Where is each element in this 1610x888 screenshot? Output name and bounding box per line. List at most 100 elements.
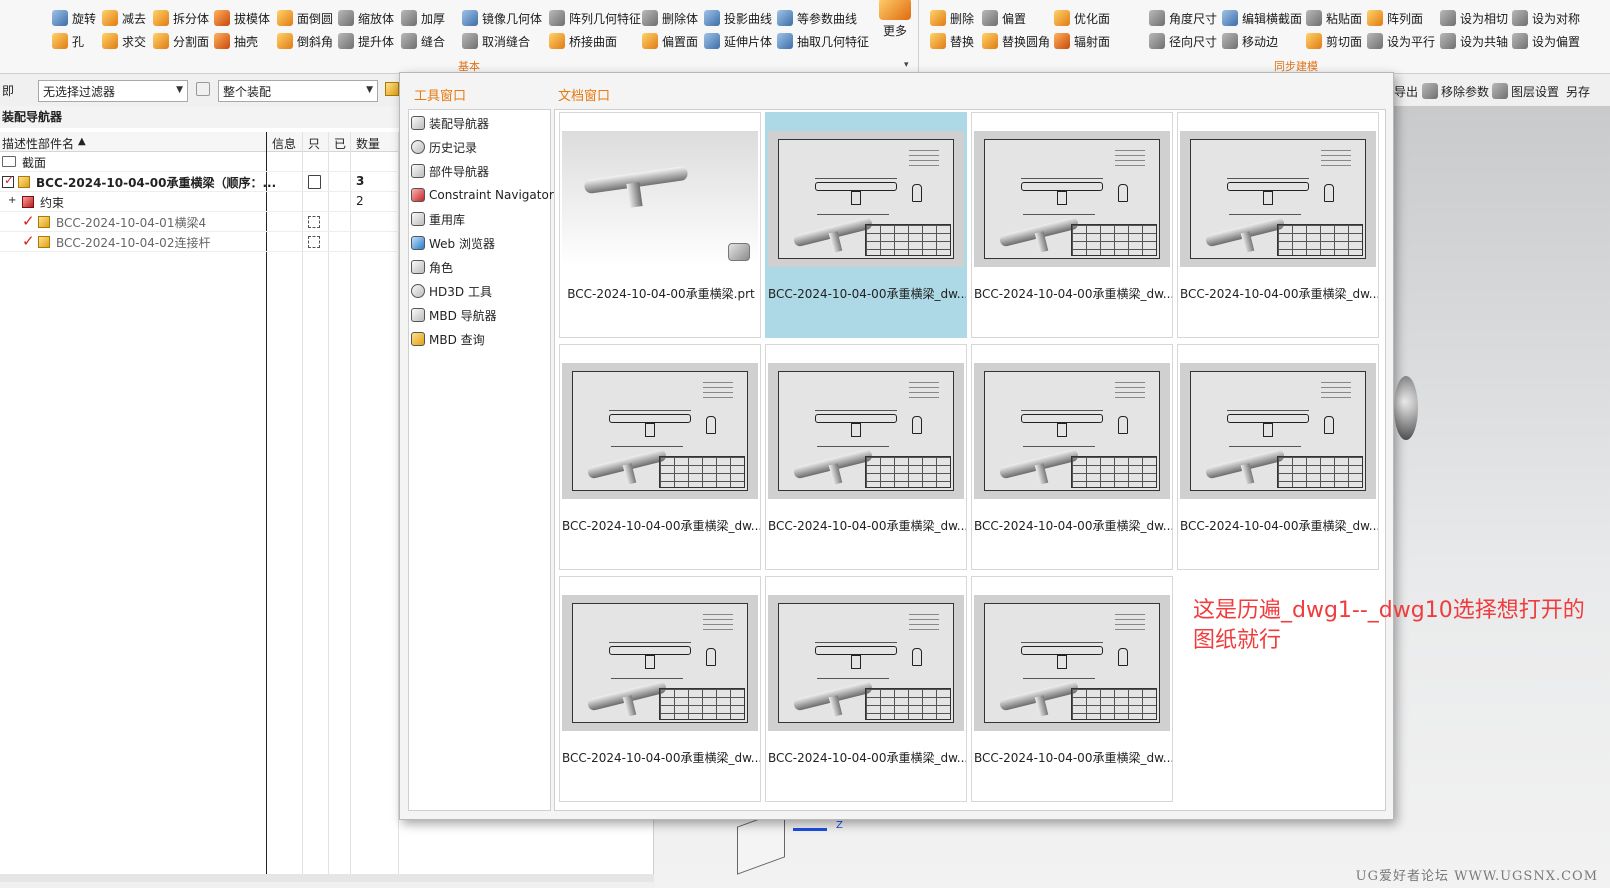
tool-part-navigator[interactable]: 部件导航器 [411, 160, 489, 182]
horizontal-scrollbar[interactable] [0, 874, 654, 882]
chevron-down-icon: ▼ [366, 85, 373, 95]
make-offset-button[interactable]: 设为偏置 [1512, 31, 1580, 51]
unsew-button[interactable]: 取消缝合 [462, 31, 530, 51]
document-tile-drawing[interactable]: BCC-2024-10-04-00承重横梁_dw... [1177, 112, 1379, 338]
extend-sheet-button[interactable]: 延伸片体 [704, 31, 772, 51]
face-blend-button[interactable]: 面倒圆 [277, 8, 333, 28]
make-parallel-icon [1367, 33, 1383, 49]
menu-prefix[interactable]: 即 [2, 82, 14, 99]
export-button[interactable]: 导出 [1394, 81, 1418, 101]
sync-offset-button[interactable]: 偏置 [982, 8, 1026, 28]
column-quantity[interactable]: 数量 [356, 135, 380, 152]
document-tile-drawing[interactable]: BCC-2024-10-04-00承重横梁_dw... [765, 576, 967, 802]
expand-plus-icon[interactable]: + [8, 195, 16, 206]
scale-body-button[interactable]: 缩放体 [338, 8, 394, 28]
dimension-line [1023, 214, 1095, 215]
intersect-button[interactable]: 求交 [102, 31, 146, 51]
tool-roles[interactable]: 角色 [411, 256, 453, 278]
mirror-geometry-button[interactable]: 镜像几何体 [462, 8, 542, 28]
sync-delete-button[interactable]: 删除 [930, 8, 974, 28]
thicken-button[interactable]: 加厚 [401, 8, 445, 28]
dimension-line [1023, 678, 1095, 679]
drawing-thumbnail [1180, 363, 1376, 499]
document-tile-drawing[interactable]: BCC-2024-10-04-00承重横梁_dw... [765, 344, 967, 570]
dimension-line [1229, 214, 1301, 215]
column-readonly[interactable]: 只 [308, 135, 320, 152]
more-button[interactable]: 更多 [876, 0, 914, 39]
drawing-sheet [572, 371, 748, 491]
project-curve-button[interactable]: 投影曲线 [704, 8, 772, 28]
split-body-button[interactable]: 拆分体 [153, 8, 209, 28]
make-coaxial-button[interactable]: 设为共轴 [1440, 31, 1508, 51]
document-tile-model[interactable]: BCC-2024-10-04-00承重横梁.prt [559, 112, 761, 338]
optimize-face-button[interactable]: 优化面 [1054, 8, 1110, 28]
hole-button[interactable]: 孔 [52, 31, 84, 51]
shell-button[interactable]: 抽壳 [214, 31, 258, 51]
bridge-surface-button[interactable]: 桥接曲面 [549, 31, 617, 51]
visibility-checkbox[interactable]: ✓ [2, 173, 14, 188]
isoparametric-curve-button[interactable]: 等参数曲线 [777, 8, 857, 28]
scope-select[interactable]: 整个装配 ▼ [218, 80, 378, 102]
checkmark-icon[interactable]: ✓ [22, 232, 35, 250]
tool-hd3d[interactable]: HD3D 工具 [411, 280, 492, 302]
save-as-button[interactable]: 另存 [1566, 81, 1590, 101]
promote-body-button[interactable]: 提升体 [338, 31, 394, 51]
make-parallel-button[interactable]: 设为平行 [1367, 31, 1435, 51]
column-info[interactable]: 信息 [272, 135, 296, 152]
scale-body-icon [338, 10, 354, 26]
tool-constraint-navigator[interactable]: Constraint Navigator [411, 184, 554, 206]
pattern-geometry-button[interactable]: 阵列几何特征 [549, 8, 641, 28]
filter-select[interactable]: 无选择过滤器 ▼ [38, 80, 188, 102]
checkmark-icon[interactable]: ✓ [22, 212, 35, 230]
replace-blend-icon [982, 33, 998, 49]
make-symmetric-button[interactable]: 设为对称 [1512, 8, 1580, 28]
extract-geometry-button[interactable]: 抽取几何特征 [777, 31, 869, 51]
assembly-scope-icon[interactable] [385, 82, 399, 96]
radial-dimension-button[interactable]: 径向尺寸 [1149, 31, 1217, 51]
filter-funnel-icon[interactable] [196, 82, 210, 96]
replace-blend-button[interactable]: 替换圆角 [982, 31, 1050, 51]
tool-web-browser[interactable]: Web 浏览器 [411, 232, 495, 254]
front-view-stem [851, 191, 861, 205]
tool-reuse-library[interactable]: 重用库 [411, 208, 465, 230]
revolve-button[interactable]: 旋转 [52, 8, 96, 28]
move-edge-button[interactable]: 移动边 [1222, 31, 1278, 51]
chamfer-button[interactable]: 倒斜角 [277, 31, 333, 51]
remove-parameters-button[interactable]: 移除参数 [1422, 81, 1489, 101]
document-tile-drawing[interactable]: BCC-2024-10-04-00承重横梁_dw... [1177, 344, 1379, 570]
angle-dimension-button[interactable]: 角度尺寸 [1149, 8, 1217, 28]
tool-mbd-navigator[interactable]: MBD 导航器 [411, 304, 497, 326]
cut-face-button[interactable]: 剪切面 [1306, 31, 1362, 51]
column-part-name[interactable]: 描述性部件名 [2, 135, 74, 152]
column-modified[interactable]: 已 [334, 135, 346, 152]
document-tile-drawing[interactable]: BCC-2024-10-04-00承重横梁_dw... [559, 344, 761, 570]
document-tile-drawing[interactable]: BCC-2024-10-04-00承重横梁_dw... [765, 112, 967, 338]
delete-body-button[interactable]: 删除体 [642, 8, 698, 28]
pattern-face-button[interactable]: 阵列面 [1367, 8, 1423, 28]
sort-ascending-icon[interactable]: ▲ [78, 136, 86, 147]
sew-button[interactable]: 缝合 [401, 31, 445, 51]
tool-history[interactable]: 历史记录 [411, 136, 477, 158]
tool-assembly-navigator[interactable]: 装配导航器 [411, 112, 489, 134]
dimension-line [1021, 642, 1103, 643]
isoparametric-curve-icon [777, 10, 793, 26]
document-tile-drawing[interactable]: BCC-2024-10-04-00承重横梁_dw... [559, 576, 761, 802]
make-tangent-button[interactable]: 设为相切 [1440, 8, 1508, 28]
paste-face-button[interactable]: 粘贴面 [1306, 8, 1362, 28]
document-tile-drawing[interactable]: BCC-2024-10-04-00承重横梁_dw... [971, 112, 1173, 338]
shell-icon [214, 33, 230, 49]
edit-section-button[interactable]: 编辑横截面 [1222, 8, 1302, 28]
offset-face-button[interactable]: 偏置面 [642, 31, 698, 51]
radiate-face-button[interactable]: 辐射面 [1054, 31, 1110, 51]
layer-settings-button[interactable]: 图层设置 [1492, 81, 1559, 101]
group-expand-icon[interactable]: ▾ [904, 60, 909, 70]
tool-mbd-query[interactable]: MBD 查询 [411, 328, 485, 350]
document-tile-drawing[interactable]: BCC-2024-10-04-00承重横梁_dw... [971, 576, 1173, 802]
cut-face-icon [1306, 33, 1322, 49]
document-tile-drawing[interactable]: BCC-2024-10-04-00承重横梁_dw... [971, 344, 1173, 570]
front-view-stem [851, 655, 861, 669]
draft-body-button[interactable]: 拔模体 [214, 8, 270, 28]
subtract-button[interactable]: 减去 [102, 8, 146, 28]
replace-button[interactable]: 替换 [930, 31, 974, 51]
split-face-button[interactable]: 分割面 [153, 31, 209, 51]
